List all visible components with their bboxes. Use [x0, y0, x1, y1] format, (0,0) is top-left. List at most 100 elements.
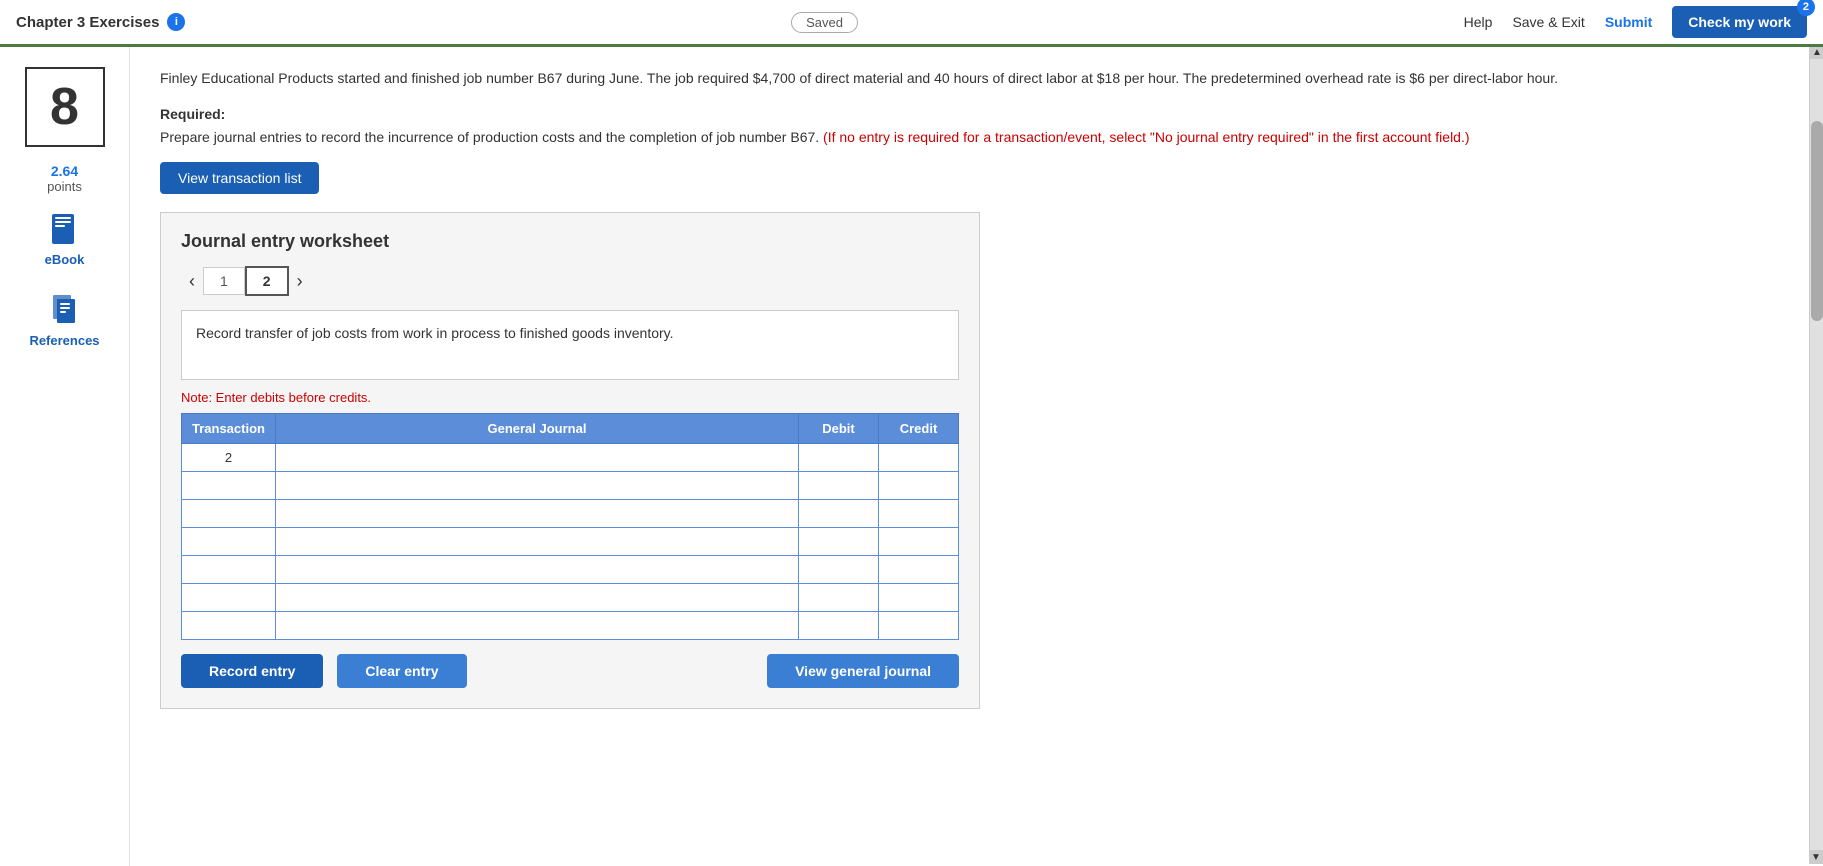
worksheet-panel: Journal entry worksheet ‹ 1 2 › Record t…: [160, 212, 980, 709]
transaction-cell: [182, 612, 276, 640]
content-area: Finley Educational Products started and …: [130, 47, 1823, 866]
table-row: [182, 472, 959, 500]
view-transaction-button[interactable]: View transaction list: [160, 162, 319, 194]
points-label: points: [47, 179, 82, 194]
debit-cell[interactable]: [799, 472, 879, 500]
transaction-cell: [182, 584, 276, 612]
debit-input[interactable]: [799, 472, 878, 499]
transaction-cell: [182, 472, 276, 500]
transaction-cell: [182, 528, 276, 556]
tab-1[interactable]: 1: [203, 267, 245, 295]
debit-input[interactable]: [799, 556, 878, 583]
scrollbar-thumb[interactable]: [1811, 121, 1823, 321]
general-journal-input[interactable]: [276, 612, 798, 639]
general-journal-input[interactable]: [276, 556, 798, 583]
credit-input[interactable]: [879, 444, 958, 471]
debit-input[interactable]: [799, 500, 878, 527]
credit-input[interactable]: [879, 612, 958, 639]
transaction-cell: [182, 556, 276, 584]
saved-status: Saved: [791, 14, 858, 30]
general-journal-input[interactable]: [276, 528, 798, 555]
tab-prev-button[interactable]: ‹: [181, 267, 203, 296]
credit-cell[interactable]: [879, 556, 959, 584]
description-text: Record transfer of job costs from work i…: [196, 325, 674, 341]
general-journal-cell[interactable]: [275, 500, 798, 528]
scrollbar[interactable]: ▲ ▼: [1809, 45, 1823, 864]
debit-input[interactable]: [799, 528, 878, 555]
credit-cell[interactable]: [879, 612, 959, 640]
credit-cell[interactable]: [879, 500, 959, 528]
general-journal-cell[interactable]: [275, 556, 798, 584]
th-general-journal: General Journal: [275, 414, 798, 444]
debit-cell[interactable]: [799, 528, 879, 556]
debit-cell[interactable]: [799, 500, 879, 528]
credit-input[interactable]: [879, 528, 958, 555]
save-exit-link[interactable]: Save & Exit: [1512, 14, 1584, 30]
red-instruction: (If no entry is required for a transacti…: [823, 129, 1469, 145]
scroll-down-arrow[interactable]: ▼: [1809, 850, 1823, 864]
question-number-box: 8: [25, 67, 105, 147]
credit-cell[interactable]: [879, 472, 959, 500]
debit-input[interactable]: [799, 584, 878, 611]
tab-2[interactable]: 2: [245, 266, 289, 296]
saved-badge: Saved: [791, 12, 858, 33]
general-journal-input[interactable]: [276, 584, 798, 611]
debit-input[interactable]: [799, 444, 878, 471]
check-my-work-button[interactable]: Check my work 2: [1672, 6, 1807, 38]
general-journal-cell[interactable]: [275, 528, 798, 556]
record-entry-button[interactable]: Record entry: [181, 654, 323, 688]
header-right: Help Save & Exit Submit Check my work 2: [1464, 6, 1807, 38]
general-journal-input[interactable]: [276, 472, 798, 499]
info-icon[interactable]: i: [167, 13, 185, 31]
view-general-journal-button[interactable]: View general journal: [767, 654, 959, 688]
table-row: 2: [182, 444, 959, 472]
required-section: Required: Prepare journal entries to rec…: [160, 103, 1793, 148]
general-journal-cell[interactable]: [275, 612, 798, 640]
help-link[interactable]: Help: [1464, 14, 1493, 30]
transaction-cell: 2: [182, 444, 276, 472]
credit-cell[interactable]: [879, 528, 959, 556]
references-icon: [47, 293, 83, 329]
submit-link[interactable]: Submit: [1605, 14, 1652, 30]
problem-text: Finley Educational Products started and …: [160, 67, 1793, 89]
credit-cell[interactable]: [879, 584, 959, 612]
general-journal-input[interactable]: [276, 500, 798, 527]
check-work-badge: 2: [1797, 0, 1815, 16]
worksheet-buttons: Record entry Clear entry View general jo…: [181, 654, 959, 688]
worksheet-title: Journal entry worksheet: [181, 231, 959, 252]
credit-cell[interactable]: [879, 444, 959, 472]
credit-input[interactable]: [879, 556, 958, 583]
credit-input[interactable]: [879, 584, 958, 611]
sidebar: 8 2.64 points eBook: [0, 47, 130, 866]
references-button[interactable]: References: [10, 285, 119, 356]
description-box: Record transfer of job costs from work i…: [181, 310, 959, 380]
ebook-icon: [47, 212, 83, 248]
header: Chapter 3 Exercises i Saved Help Save & …: [0, 0, 1823, 47]
th-debit: Debit: [799, 414, 879, 444]
debit-cell[interactable]: [799, 556, 879, 584]
clear-entry-button[interactable]: Clear entry: [337, 654, 466, 688]
debit-cell[interactable]: [799, 612, 879, 640]
points-container: 2.64 points: [47, 163, 82, 194]
th-credit: Credit: [879, 414, 959, 444]
general-journal-cell[interactable]: [275, 472, 798, 500]
debit-cell[interactable]: [799, 584, 879, 612]
required-label: Required:: [160, 106, 225, 122]
tab-next-button[interactable]: ›: [289, 267, 311, 296]
table-row: [182, 556, 959, 584]
table-row: [182, 584, 959, 612]
scroll-up-arrow[interactable]: ▲: [1810, 45, 1823, 59]
question-number: 8: [50, 77, 79, 137]
general-journal-cell[interactable]: [275, 584, 798, 612]
ebook-button[interactable]: eBook: [10, 204, 119, 275]
page-title: Chapter 3 Exercises: [16, 14, 159, 31]
table-row: [182, 612, 959, 640]
debit-input[interactable]: [799, 612, 878, 639]
points-value: 2.64: [47, 163, 82, 179]
debit-cell[interactable]: [799, 444, 879, 472]
credit-input[interactable]: [879, 500, 958, 527]
general-journal-input[interactable]: [276, 444, 798, 471]
general-journal-cell[interactable]: [275, 444, 798, 472]
credit-input[interactable]: [879, 472, 958, 499]
table-row: [182, 500, 959, 528]
